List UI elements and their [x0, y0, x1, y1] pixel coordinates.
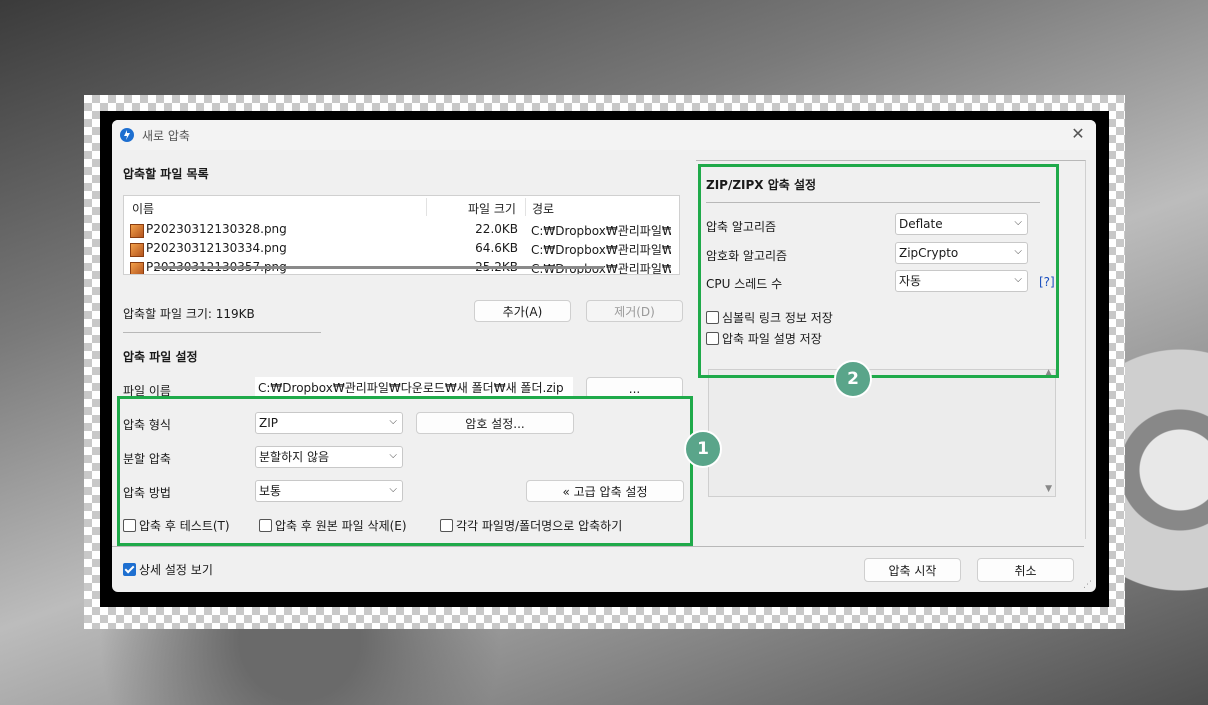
file-name: P20230312130334.png: [146, 241, 287, 255]
file-list-title: 압축할 파일 목록: [123, 167, 209, 181]
settings-title: 압축 파일 설정: [123, 350, 198, 364]
close-icon[interactable]: ✕: [1068, 124, 1088, 144]
options-scroll-area[interactable]: ▲ ▼: [708, 368, 1056, 497]
divider: [123, 332, 321, 333]
dialog-title: 새로 압축: [142, 129, 190, 143]
file-list[interactable]: 이름 파일 크기 경로 P20230312130328.png 22.0KB C…: [123, 195, 680, 275]
image-file-icon: [130, 262, 144, 274]
scroll-down-icon[interactable]: ▼: [1045, 484, 1052, 494]
column-separator: [525, 198, 526, 216]
resize-grip-icon[interactable]: ⋰: [1083, 580, 1092, 590]
badge-2: 2: [834, 360, 872, 398]
badge-1: 1: [684, 430, 722, 468]
column-path[interactable]: 경로: [532, 200, 554, 217]
image-file-icon: [130, 224, 144, 238]
image-file-icon: [130, 243, 144, 257]
file-size: 64.6KB: [475, 241, 518, 255]
divider: [112, 546, 1084, 547]
highlight-box-1: [117, 396, 693, 546]
titlebar: 새로 압축 ✕: [112, 120, 1096, 150]
total-size-label: 압축할 파일 크기: 119KB: [123, 307, 255, 321]
list-item[interactable]: P20230312130328.png 22.0KB C:₩Dropbox₩관리…: [124, 221, 674, 240]
cancel-button[interactable]: 취소: [977, 558, 1074, 582]
file-size: 22.0KB: [475, 222, 518, 236]
app-icon: [120, 128, 134, 142]
file-path: C:₩Dropbox₩관리파일₩: [531, 243, 671, 257]
show-details-checkbox[interactable]: [123, 563, 136, 576]
file-name: P20230312130328.png: [146, 222, 287, 236]
file-path: C:₩Dropbox₩관리파일₩: [531, 224, 671, 238]
column-separator: [426, 198, 427, 216]
horizontal-scrollbar[interactable]: [154, 266, 604, 269]
highlight-box-2: [698, 164, 1059, 378]
show-details-label[interactable]: 상세 설정 보기: [139, 561, 213, 578]
start-button[interactable]: 압축 시작: [864, 558, 961, 582]
remove-button[interactable]: 제거(D): [586, 300, 683, 322]
column-size[interactable]: 파일 크기: [468, 200, 516, 217]
column-name[interactable]: 이름: [132, 200, 154, 217]
list-item[interactable]: P20230312130334.png 64.6KB C:₩Dropbox₩관리…: [124, 240, 674, 259]
add-button[interactable]: 추가(A): [474, 300, 571, 322]
